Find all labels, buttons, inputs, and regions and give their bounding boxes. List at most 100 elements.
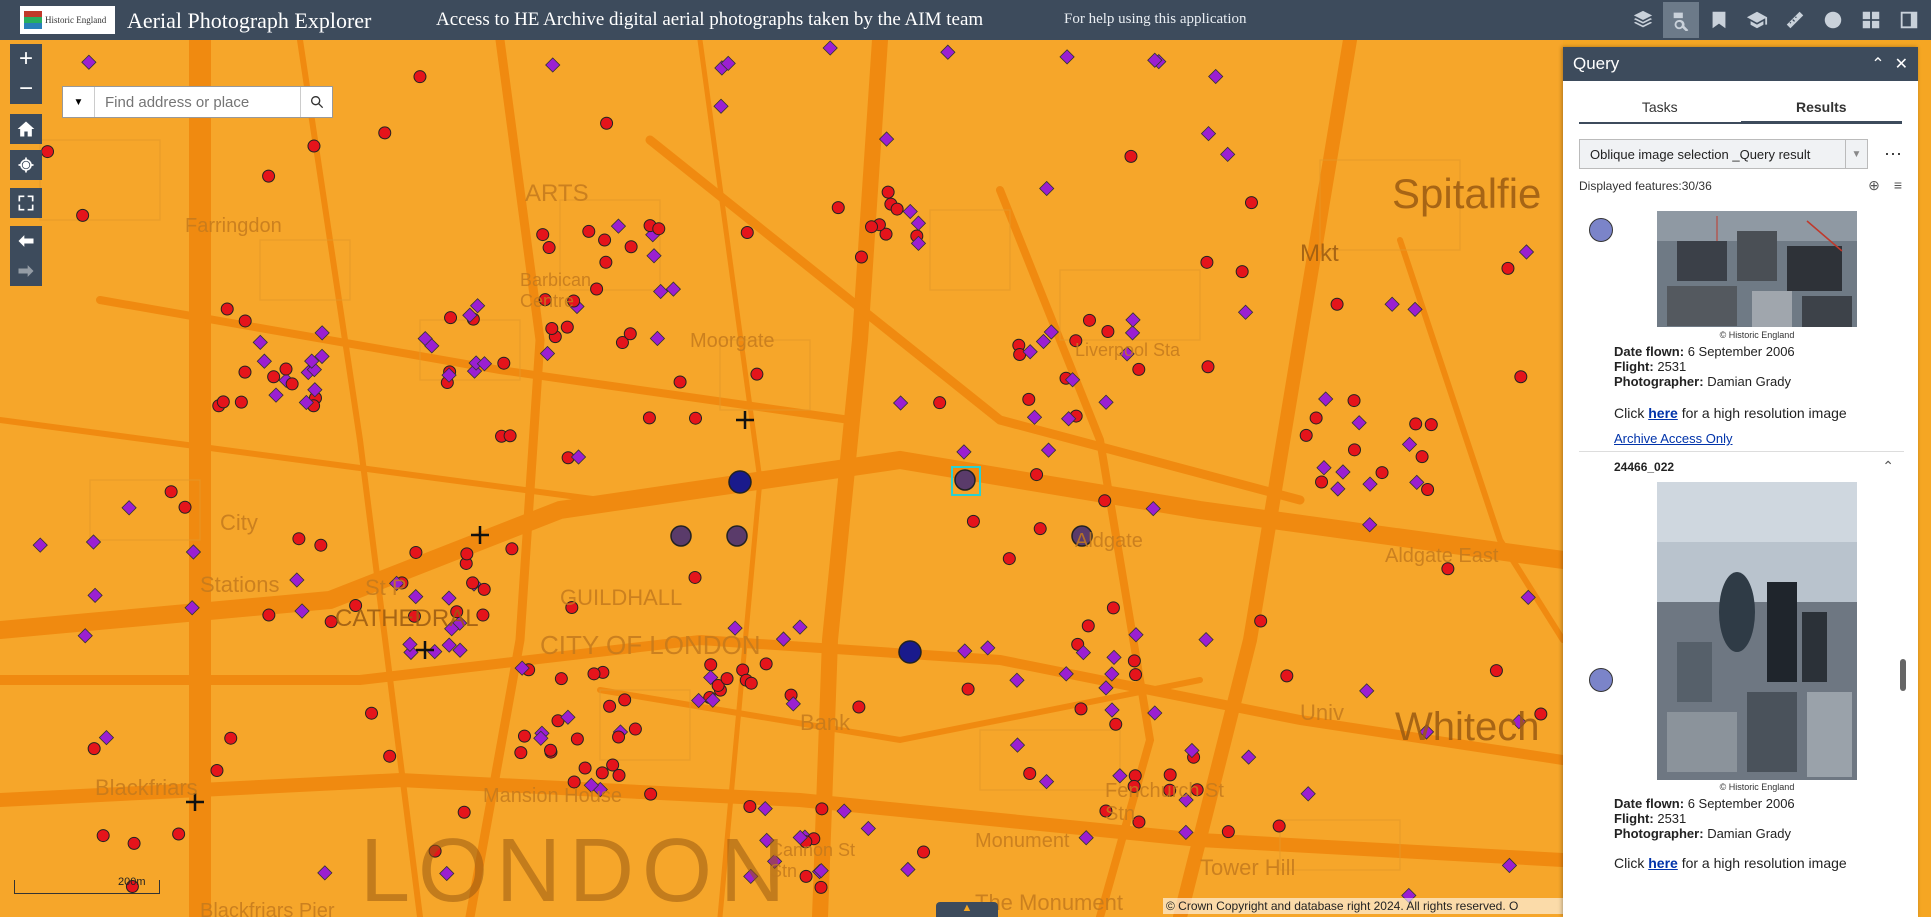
collapse-icon[interactable]: ⌃ <box>1871 54 1884 74</box>
oblique-photo-point[interactable] <box>653 283 669 300</box>
oblique-photo-point[interactable] <box>545 57 561 73</box>
vertical-photo-point[interactable] <box>689 411 703 425</box>
result-layer-select[interactable]: Oblique image selection _Query result ▼ <box>1579 139 1868 169</box>
vertical-photo-point[interactable] <box>1254 614 1268 628</box>
vertical-photo-point[interactable] <box>1098 494 1112 508</box>
vertical-photo-point[interactable] <box>292 532 306 546</box>
oblique-photo-point[interactable] <box>910 215 927 231</box>
vertical-photo-point[interactable] <box>164 485 178 499</box>
oblique-photo-point[interactable] <box>1125 312 1141 328</box>
oblique-photo-point[interactable] <box>1026 409 1043 425</box>
filter-icon[interactable] <box>1815 2 1851 38</box>
vertical-photo-point[interactable] <box>460 547 474 561</box>
oblique-photo-point[interactable] <box>1316 460 1332 476</box>
oblique-photo-point[interactable] <box>1124 325 1141 341</box>
vertical-photo-point[interactable] <box>262 608 276 622</box>
oblique-photo-point[interactable] <box>1362 476 1378 492</box>
historic-england-logo[interactable]: Historic England <box>20 6 115 34</box>
tab-tasks[interactable]: Tasks <box>1579 91 1741 122</box>
vertical-photo-point[interactable] <box>1330 297 1344 311</box>
oblique-photo-point[interactable] <box>1359 683 1375 699</box>
oblique-photo-point[interactable] <box>256 353 272 369</box>
vertical-photo-point[interactable] <box>881 185 895 199</box>
vertical-photo-point[interactable] <box>514 746 528 760</box>
vertical-photo-point[interactable] <box>466 576 480 590</box>
vertical-photo-point[interactable] <box>1221 825 1235 839</box>
oblique-photo-point[interactable] <box>1104 702 1120 718</box>
oblique-photo-point[interactable] <box>665 281 682 297</box>
vertical-photo-point[interactable] <box>854 250 868 264</box>
oblique-photo-point[interactable] <box>610 218 627 234</box>
oblique-photo-point[interactable] <box>892 395 909 411</box>
vertical-photo-point[interactable] <box>865 220 879 234</box>
vertical-photo-point[interactable] <box>1030 468 1044 482</box>
vertical-photo-point[interactable] <box>378 126 392 140</box>
results-scrollbar[interactable] <box>1900 211 1908 911</box>
vertical-photo-point[interactable] <box>96 829 110 843</box>
vertical-photo-point[interactable] <box>267 370 281 384</box>
oblique-photo-point[interactable] <box>1237 304 1254 320</box>
vertical-photo-point[interactable] <box>224 731 238 745</box>
vertical-photo-point[interactable] <box>890 202 904 216</box>
vertical-photo-point[interactable] <box>1200 255 1214 269</box>
measure-icon[interactable] <box>1777 2 1813 38</box>
fullscreen-button[interactable] <box>10 188 42 218</box>
vertical-photo-point[interactable] <box>41 145 55 159</box>
vertical-photo-point[interactable] <box>1315 475 1329 489</box>
next-extent-button[interactable] <box>10 256 42 286</box>
vertical-photo-point[interactable] <box>477 582 491 596</box>
vertical-photo-point[interactable] <box>1424 418 1438 432</box>
high-res-link[interactable]: here <box>1648 405 1678 421</box>
vertical-photo-point[interactable] <box>1106 601 1120 615</box>
vertical-photo-point[interactable] <box>1421 482 1435 496</box>
vertical-photo-point[interactable] <box>444 311 458 325</box>
oblique-photo-point[interactable] <box>1009 672 1025 688</box>
vertical-photo-point[interactable] <box>570 732 584 746</box>
vertical-photo-point[interactable] <box>814 880 828 894</box>
vertical-photo-point[interactable] <box>1132 362 1146 376</box>
tab-results[interactable]: Results <box>1740 91 1902 124</box>
oblique-photo-point[interactable] <box>980 640 996 656</box>
aerial-photo-thumbnail[interactable] <box>1657 482 1857 780</box>
oblique-photo-point[interactable] <box>427 644 443 660</box>
oblique-photo-point[interactable] <box>32 537 48 553</box>
oblique-photo-point[interactable] <box>570 449 587 465</box>
oblique-photo-point[interactable] <box>1106 649 1122 666</box>
vertical-photo-point[interactable] <box>1081 619 1095 633</box>
vertical-photo-point[interactable] <box>1415 450 1429 464</box>
oblique-photo-point[interactable] <box>1098 394 1114 410</box>
vertical-photo-point[interactable] <box>178 500 192 514</box>
oblique-photo-point[interactable] <box>1351 415 1367 431</box>
oblique-photo-point[interactable] <box>1220 146 1236 162</box>
vertical-photo-point[interactable] <box>1235 265 1249 279</box>
vertical-photo-point[interactable] <box>688 570 702 584</box>
vertical-photo-point[interactable] <box>1002 552 1016 566</box>
vertical-photo-point[interactable] <box>1082 313 1096 327</box>
vertical-photo-point[interactable] <box>234 395 248 409</box>
vertical-photo-point[interactable] <box>1272 819 1286 833</box>
oblique-photo-point[interactable] <box>646 248 662 264</box>
vertical-photo-point[interactable] <box>815 802 829 816</box>
vertical-photo-point[interactable] <box>1409 417 1423 431</box>
vertical-photo-point[interactable] <box>966 514 980 528</box>
vertical-photo-point[interactable] <box>1023 767 1037 781</box>
oblique-photo-point[interactable] <box>1300 786 1316 802</box>
vertical-photo-point[interactable] <box>612 730 626 744</box>
widgets-icon[interactable] <box>1853 2 1889 38</box>
home-button[interactable] <box>10 114 42 144</box>
vertical-photo-point[interactable] <box>1101 325 1115 339</box>
oblique-photo-point[interactable] <box>1318 391 1334 407</box>
vertical-photo-point[interactable] <box>1489 664 1503 678</box>
oblique-photo-point[interactable] <box>268 387 284 403</box>
oblique-photo-point[interactable] <box>1200 126 1217 142</box>
export-icon[interactable]: ⊕ <box>1868 177 1880 194</box>
oblique-photo-point[interactable] <box>1208 68 1224 85</box>
search-source-dropdown[interactable]: ▼ <box>63 87 95 117</box>
oblique-photo-point[interactable] <box>649 330 666 347</box>
vertical-photo-point[interactable] <box>720 672 734 686</box>
oblique-photo-point[interactable] <box>822 40 838 56</box>
vertical-photo-point[interactable] <box>1074 702 1088 716</box>
oblique-photo-point[interactable] <box>441 590 457 606</box>
vertical-photo-point[interactable] <box>1109 717 1123 731</box>
graduation-cap-icon[interactable] <box>1739 2 1775 38</box>
